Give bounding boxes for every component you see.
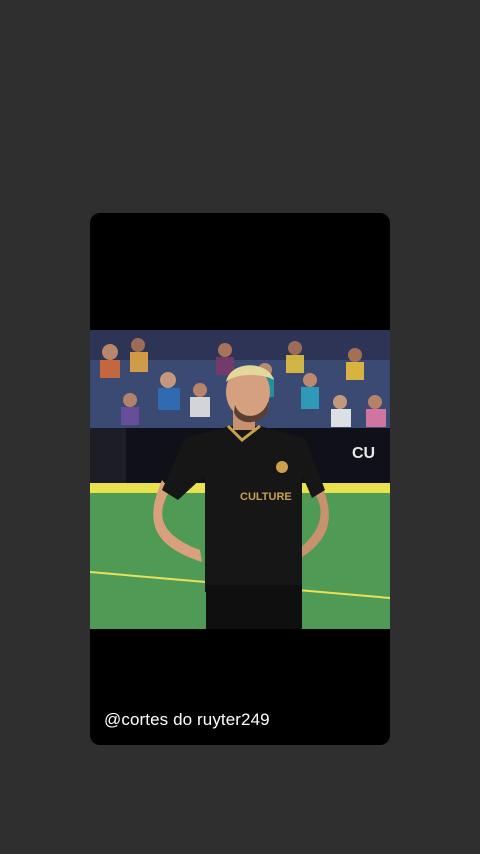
story-card[interactable]: CU CULTURE @cortes do ruyter249 [90, 213, 390, 745]
story-viewer-screen: CU CULTURE @cortes do ruyter249 [0, 0, 480, 854]
soccer-player-image: CU CULTURE [90, 330, 390, 629]
banner-text: CU [352, 445, 375, 462]
story-caption: @cortes do ruyter249 [104, 710, 270, 729]
jersey-brand-text: CULTURE [240, 491, 292, 503]
story-photo: CU CULTURE [90, 330, 390, 629]
